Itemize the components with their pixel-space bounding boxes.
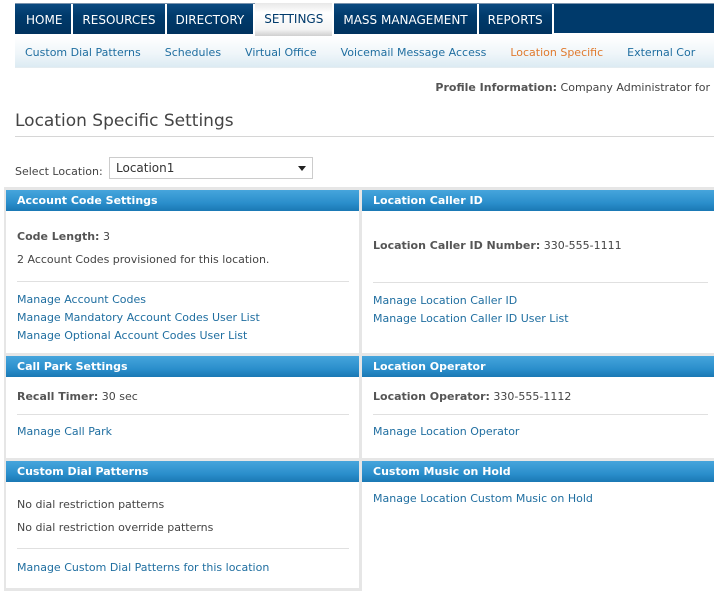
manage-account-codes-link[interactable]: Manage Account Codes bbox=[17, 293, 146, 306]
manage-call-park-link[interactable]: Manage Call Park bbox=[17, 425, 112, 438]
recall-timer: Recall Timer: 30 sec bbox=[17, 390, 138, 403]
tab-reports[interactable]: REPORTS bbox=[478, 4, 554, 34]
dial-restriction-override-text: No dial restriction override patterns bbox=[17, 521, 214, 534]
manage-location-operator-link[interactable]: Manage Location Operator bbox=[373, 425, 519, 438]
recall-timer-value: 30 sec bbox=[98, 390, 138, 403]
call-park-settings-panel: Call Park Settings Recall Timer: 30 sec … bbox=[6, 356, 359, 458]
location-operator: Location Operator: 330-555-1112 bbox=[373, 390, 571, 403]
panel-header: Call Park Settings bbox=[6, 356, 359, 377]
profile-value: Company Administrator for bbox=[557, 81, 710, 94]
panel-header: Location Operator bbox=[362, 356, 714, 377]
subnav-schedules[interactable]: Schedules bbox=[153, 36, 233, 67]
location-operator-label: Location Operator: bbox=[373, 390, 490, 403]
divider bbox=[373, 282, 708, 283]
settings-grid: Account Code Settings Code Length: 3 2 A… bbox=[4, 187, 714, 591]
subnav-custom-dial-patterns[interactable]: Custom Dial Patterns bbox=[15, 36, 153, 67]
panel-header: Custom Music on Hold bbox=[362, 461, 714, 482]
manage-mandatory-account-codes-link[interactable]: Manage Mandatory Account Codes User List bbox=[17, 311, 260, 324]
sub-navigation: Custom Dial Patterns Schedules Virtual O… bbox=[15, 36, 714, 68]
custom-music-on-hold-panel: Custom Music on Hold Manage Location Cus… bbox=[362, 461, 714, 591]
tab-settings[interactable]: SETTINGS bbox=[255, 3, 335, 36]
page-title: Location Specific Settings bbox=[15, 111, 234, 131]
panel-header: Location Caller ID bbox=[362, 190, 714, 211]
location-select[interactable]: Location1 bbox=[109, 157, 313, 179]
panel-header: Custom Dial Patterns bbox=[6, 461, 359, 482]
location-operator-value: 330-555-1112 bbox=[489, 390, 572, 403]
caller-id-number: Location Caller ID Number: 330-555-1111 bbox=[373, 239, 622, 252]
chevron-down-icon bbox=[298, 166, 306, 171]
manage-custom-music-on-hold-link[interactable]: Manage Location Custom Music on Hold bbox=[373, 492, 593, 505]
location-select-value: Location1 bbox=[116, 161, 175, 175]
subnav-voicemail-message-access[interactable]: Voicemail Message Access bbox=[329, 36, 499, 67]
divider bbox=[17, 548, 349, 549]
dial-restriction-patterns-text: No dial restriction patterns bbox=[17, 498, 165, 511]
code-length: Code Length: 3 bbox=[17, 230, 110, 243]
manage-optional-account-codes-link[interactable]: Manage Optional Account Codes User List bbox=[17, 329, 247, 342]
tab-resources[interactable]: RESOURCES bbox=[73, 4, 167, 34]
divider bbox=[17, 281, 349, 282]
subnav-external-contacts[interactable]: External Cor bbox=[615, 36, 707, 67]
location-operator-panel: Location Operator Location Operator: 330… bbox=[362, 356, 714, 458]
caller-id-number-label: Location Caller ID Number: bbox=[373, 239, 541, 252]
code-length-value: 3 bbox=[99, 230, 110, 243]
code-length-label: Code Length: bbox=[17, 230, 100, 243]
divider bbox=[17, 414, 349, 415]
subnav-location-specific[interactable]: Location Specific bbox=[498, 36, 615, 67]
provisioned-text: 2 Account Codes provisioned for this loc… bbox=[17, 253, 270, 266]
subnav-virtual-office[interactable]: Virtual Office bbox=[233, 36, 329, 67]
divider bbox=[373, 414, 708, 415]
location-caller-id-panel: Location Caller ID Location Caller ID Nu… bbox=[362, 190, 714, 353]
tab-mass-management[interactable]: MASS MANAGEMENT bbox=[334, 4, 479, 34]
profile-label: Profile Information: bbox=[435, 81, 558, 94]
select-location-label: Select Location: bbox=[15, 165, 103, 178]
manage-location-caller-id-user-list-link[interactable]: Manage Location Caller ID User List bbox=[373, 312, 569, 325]
caller-id-number-value: 330-555-1111 bbox=[540, 239, 622, 252]
recall-timer-label: Recall Timer: bbox=[17, 390, 99, 403]
custom-dial-patterns-panel: Custom Dial Patterns No dial restriction… bbox=[6, 461, 359, 588]
top-navigation: HOME RESOURCES DIRECTORY SETTINGS MASS M… bbox=[15, 3, 714, 36]
account-code-settings-panel: Account Code Settings Code Length: 3 2 A… bbox=[6, 190, 359, 353]
profile-information: Profile Information: Company Administrat… bbox=[435, 81, 710, 94]
tab-home[interactable]: HOME bbox=[15, 4, 74, 34]
manage-location-caller-id-link[interactable]: Manage Location Caller ID bbox=[373, 294, 517, 307]
manage-custom-dial-patterns-link[interactable]: Manage Custom Dial Patterns for this loc… bbox=[17, 561, 269, 574]
title-divider bbox=[15, 136, 714, 137]
tab-directory[interactable]: DIRECTORY bbox=[166, 4, 256, 34]
panel-header: Account Code Settings bbox=[6, 190, 359, 211]
